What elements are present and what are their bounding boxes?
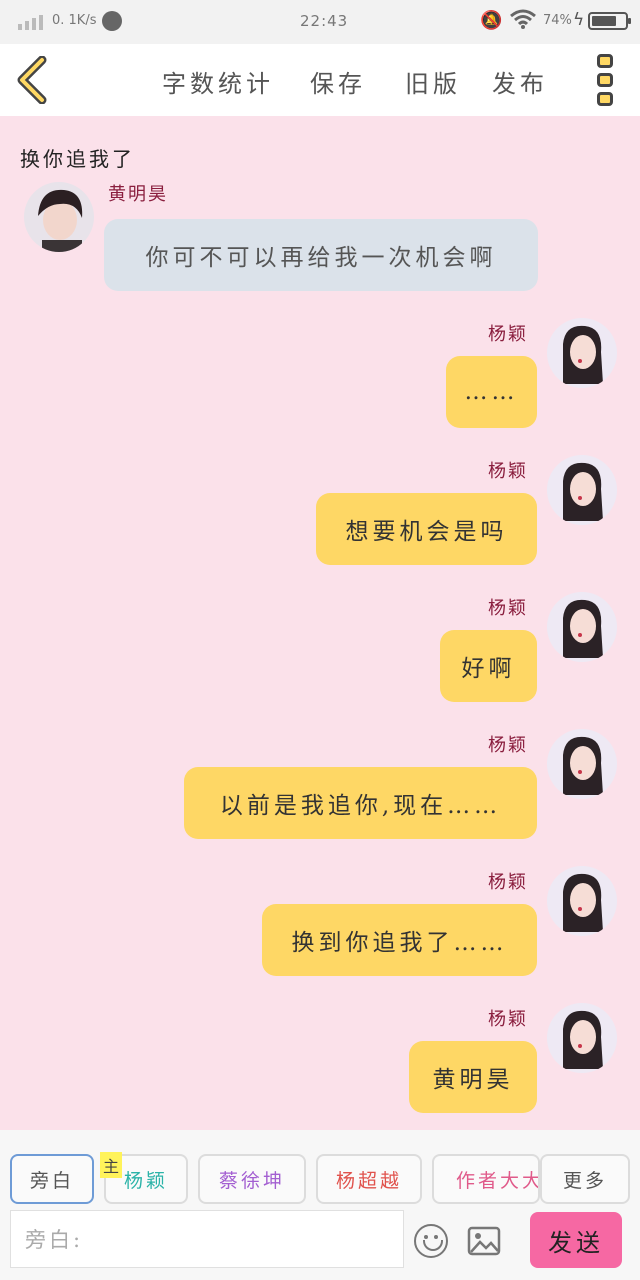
scene-title: 换你追我了 — [20, 147, 135, 171]
composer-panel: 旁白 杨颖 蔡徐坤 杨超越 作者大大 更多 主 旁白: 发送 — [0, 1130, 640, 1280]
avatar-female[interactable] — [547, 318, 617, 388]
signal-icon — [18, 14, 43, 30]
chat-bubble[interactable]: 想要机会是吗 — [316, 493, 537, 565]
old-version-button[interactable]: 旧版 — [405, 64, 461, 99]
battery-icon — [588, 12, 631, 30]
clock: 22:43 — [300, 12, 349, 30]
send-button[interactable]: 发送 — [530, 1212, 622, 1268]
chevron-left-icon — [17, 55, 47, 105]
charging-icon: ϟ — [573, 10, 585, 30]
app-header: 字数统计 保存 旧版 发布 — [0, 44, 640, 116]
wifi-icon — [510, 8, 536, 35]
chat-bubble[interactable]: 换到你追我了…… — [262, 904, 537, 976]
speaker-name: 杨颖 — [488, 324, 528, 345]
chat-bubble[interactable]: 黄明昊 — [409, 1041, 537, 1113]
avatar-female[interactable] — [547, 1003, 617, 1073]
character-author-button[interactable]: 作者大大 — [432, 1154, 540, 1204]
network-speed: 0. 1K/s — [52, 13, 97, 28]
chat-bubble[interactable]: …… — [446, 356, 537, 428]
main-character-badge: 主 — [100, 1152, 122, 1178]
word-count-button[interactable]: 字数统计 — [162, 64, 274, 99]
publish-button[interactable]: 发布 — [492, 64, 548, 99]
battery-percent: 74% — [543, 13, 572, 28]
bell-muted-icon: 🔕 — [480, 10, 503, 31]
globe-icon — [102, 11, 122, 31]
chat-bubble[interactable]: 你可不可以再给我一次机会啊 — [104, 219, 538, 291]
message-input[interactable]: 旁白: — [10, 1210, 404, 1268]
chat-bubble[interactable]: 以前是我追你,现在…… — [184, 767, 537, 839]
more-characters-button[interactable]: 更多 — [540, 1154, 630, 1204]
avatar-female[interactable] — [547, 866, 617, 936]
back-button[interactable] — [14, 55, 54, 105]
avatar-female[interactable] — [547, 592, 617, 662]
status-bar: 0. 1K/s 22:43 🔕 74% ϟ — [0, 0, 640, 44]
speaker-name: 黄明昊 — [108, 184, 168, 204]
avatar-male[interactable] — [24, 182, 94, 252]
character-caixukun-button[interactable]: 蔡徐坤 — [198, 1154, 306, 1204]
speaker-name: 杨颖 — [488, 1009, 528, 1030]
speaker-name: 杨颖 — [488, 735, 528, 756]
speaker-name: 杨颖 — [488, 598, 528, 619]
avatar-female[interactable] — [547, 729, 617, 799]
avatar-female[interactable] — [547, 455, 617, 525]
emoji-icon[interactable] — [414, 1224, 448, 1258]
speaker-name: 杨颖 — [488, 872, 528, 893]
image-icon[interactable] — [467, 1226, 501, 1256]
save-button[interactable]: 保存 — [310, 64, 366, 99]
speaker-name: 杨颖 — [488, 461, 528, 482]
more-menu-button[interactable] — [597, 54, 615, 106]
chat-bubble[interactable]: 好啊 — [440, 630, 537, 702]
character-yangchaoyue-button[interactable]: 杨超越 — [316, 1154, 422, 1204]
character-narrator-button[interactable]: 旁白 — [10, 1154, 94, 1204]
